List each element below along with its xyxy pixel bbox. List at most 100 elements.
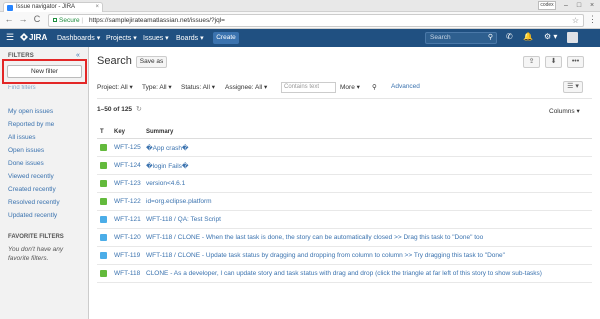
header-search-placeholder: Search xyxy=(430,34,451,41)
export-icon[interactable]: ⬇ xyxy=(545,56,562,68)
issue-summary[interactable]: CLONE - As a developer, I can update sto… xyxy=(146,270,542,277)
story-icon xyxy=(100,180,107,187)
issue-key[interactable]: WFT-124 xyxy=(114,162,141,169)
issue-summary[interactable]: �App crash� xyxy=(146,144,189,152)
settings-gear-icon[interactable]: ⚙ ▾ xyxy=(544,32,557,41)
filter-viewed-recently[interactable]: Viewed recently xyxy=(8,170,60,183)
table-row[interactable]: WFT-125 �App crash� xyxy=(97,139,592,157)
issue-key[interactable]: WFT-118 xyxy=(114,270,140,277)
notifications-icon[interactable]: 🔔 xyxy=(523,32,533,41)
filter-reported-by-me[interactable]: Reported by me xyxy=(8,118,60,131)
issue-summary[interactable]: WFT-118 / CLONE - When the last task is … xyxy=(146,234,483,241)
filter-open-issues[interactable]: Open issues xyxy=(8,144,60,157)
search-icon[interactable]: ⚲ xyxy=(372,83,377,91)
user-badge[interactable]: codex xyxy=(538,1,556,10)
minimize-icon[interactable]: – xyxy=(560,0,572,11)
issue-key[interactable]: WFT-125 xyxy=(114,144,141,151)
nav-projects[interactable]: Projects ▾ xyxy=(106,34,137,42)
filter-my-open-issues[interactable]: My open issues xyxy=(8,105,60,118)
nav-dashboards[interactable]: Dashboards ▾ xyxy=(57,34,100,42)
nav-boards[interactable]: Boards ▾ xyxy=(176,34,204,42)
jira-logo-icon xyxy=(20,33,28,41)
column-summary[interactable]: Summary xyxy=(146,129,173,135)
jira-favicon-icon xyxy=(7,5,13,11)
issue-summary[interactable]: version<4.6.1 xyxy=(146,180,185,187)
filters-sidebar: FILTERS « New filter Find filters My ope… xyxy=(0,47,89,319)
issue-key[interactable]: WFT-119 xyxy=(114,252,140,259)
jira-logo[interactable]: JIRA xyxy=(20,33,47,42)
create-button[interactable]: Create xyxy=(213,32,239,44)
app-switcher-icon[interactable]: ☰ xyxy=(6,32,14,43)
refresh-icon[interactable]: ↻ xyxy=(136,105,142,113)
url-text: https://samplejirateamatlassian.net/issu… xyxy=(88,17,225,24)
table-row[interactable]: WFT-119 WFT-118 / CLONE - Update task st… xyxy=(97,247,592,265)
tab-title: Issue navigator - JIRA xyxy=(16,4,76,10)
lock-icon xyxy=(53,18,57,22)
contains-text-input[interactable]: Contains text xyxy=(281,82,336,93)
story-icon xyxy=(100,162,107,169)
window-close-icon[interactable]: × xyxy=(586,0,598,11)
issue-key[interactable]: WFT-121 xyxy=(114,216,141,223)
issue-summary[interactable]: WFT-118 / QA: Test Script xyxy=(146,216,221,223)
status-filter[interactable]: Status: All ▾ xyxy=(181,83,215,91)
story-icon xyxy=(100,144,107,151)
more-tools-icon[interactable]: ••• xyxy=(567,56,584,68)
find-filters-link[interactable]: Find filters xyxy=(8,85,36,91)
advanced-search-link[interactable]: Advanced xyxy=(391,83,420,90)
nav-issues[interactable]: Issues ▾ xyxy=(143,34,169,42)
type-filter[interactable]: Type: All ▾ xyxy=(142,83,172,91)
back-icon[interactable]: ← xyxy=(4,14,14,24)
table-row[interactable]: WFT-122 id=org.eclipse.platform xyxy=(97,193,592,211)
jira-header: ☰ JIRA Dashboards ▾ Projects ▾ Issues ▾ … xyxy=(0,29,600,47)
filter-done-issues[interactable]: Done issues xyxy=(8,157,60,170)
tab-close-icon[interactable]: × xyxy=(95,3,99,12)
column-type[interactable]: T xyxy=(100,129,104,135)
browser-tab-bar: Issue navigator - JIRA × codex – □ × xyxy=(0,0,600,12)
highlight-box xyxy=(2,59,87,84)
feedback-icon[interactable]: ✆ xyxy=(506,32,513,41)
project-filter[interactable]: Project: All ▾ xyxy=(97,83,133,91)
filter-updated-recently[interactable]: Updated recently xyxy=(8,209,60,222)
issue-key[interactable]: WFT-122 xyxy=(114,198,141,205)
table-row[interactable]: WFT-121 WFT-118 / QA: Test Script xyxy=(97,211,592,229)
more-filter[interactable]: More ▾ xyxy=(340,83,360,91)
share-icon[interactable]: ⇪ xyxy=(523,56,540,68)
view-layout-icon[interactable]: ☰ ▾ xyxy=(563,81,583,93)
forward-icon[interactable]: → xyxy=(18,14,28,24)
issue-summary[interactable]: id=org.eclipse.platform xyxy=(146,198,212,205)
results-count: 1–50 of 125 xyxy=(97,106,133,113)
issue-summary[interactable]: WFT-118 / CLONE - Update task status by … xyxy=(146,252,505,259)
table-row[interactable]: WFT-120 WFT-118 / CLONE - When the last … xyxy=(97,229,592,247)
url-field[interactable]: Secure | https://samplejirateamatlassian… xyxy=(48,14,584,27)
search-icon: ⚲ xyxy=(487,34,493,41)
filter-created-recently[interactable]: Created recently xyxy=(8,183,60,196)
bookmark-star-icon[interactable]: ☆ xyxy=(572,15,579,26)
filter-all-issues[interactable]: All issues xyxy=(8,131,60,144)
maximize-icon[interactable]: □ xyxy=(573,0,585,11)
issue-key[interactable]: WFT-120 xyxy=(114,234,141,241)
story-icon xyxy=(100,270,107,277)
save-as-button[interactable]: Save as xyxy=(136,56,167,68)
browser-tab[interactable]: Issue navigator - JIRA × xyxy=(3,2,103,12)
column-key[interactable]: Key xyxy=(114,129,125,135)
story-icon xyxy=(100,198,107,205)
table-header: T Key Summary xyxy=(97,127,592,139)
issue-summary[interactable]: �login Fails� xyxy=(146,162,189,170)
table-row[interactable]: WFT-123 version<4.6.1 xyxy=(97,175,592,193)
sub-task-icon xyxy=(100,252,107,259)
filter-resolved-recently[interactable]: Resolved recently xyxy=(8,196,60,209)
reload-icon[interactable]: C xyxy=(32,14,42,24)
address-bar: ← → C Secure | https://samplejirateamatl… xyxy=(0,12,600,29)
header-search-input[interactable]: Search ⚲ xyxy=(425,32,497,44)
issue-key[interactable]: WFT-123 xyxy=(114,180,141,187)
columns-dropdown[interactable]: Columns ▾ xyxy=(549,107,580,115)
favorite-filters-empty-text: You don't have any favorite filters. xyxy=(8,246,64,262)
issue-navigator: Search Save as ⇪ ⬇ ••• Project: All ▾ Ty… xyxy=(89,47,600,319)
table-row[interactable]: WFT-124 �login Fails� xyxy=(97,157,592,175)
table-row[interactable]: WFT-118 CLONE - As a developer, I can up… xyxy=(97,265,592,283)
user-avatar[interactable] xyxy=(567,32,578,43)
issue-table: WFT-125 �App crash� WFT-124 �login Fails… xyxy=(97,139,592,283)
assignee-filter[interactable]: Assignee: All ▾ xyxy=(225,83,267,91)
collapse-sidebar-icon[interactable]: « xyxy=(76,52,80,59)
browser-menu-icon[interactable]: ⋮ xyxy=(588,14,597,25)
